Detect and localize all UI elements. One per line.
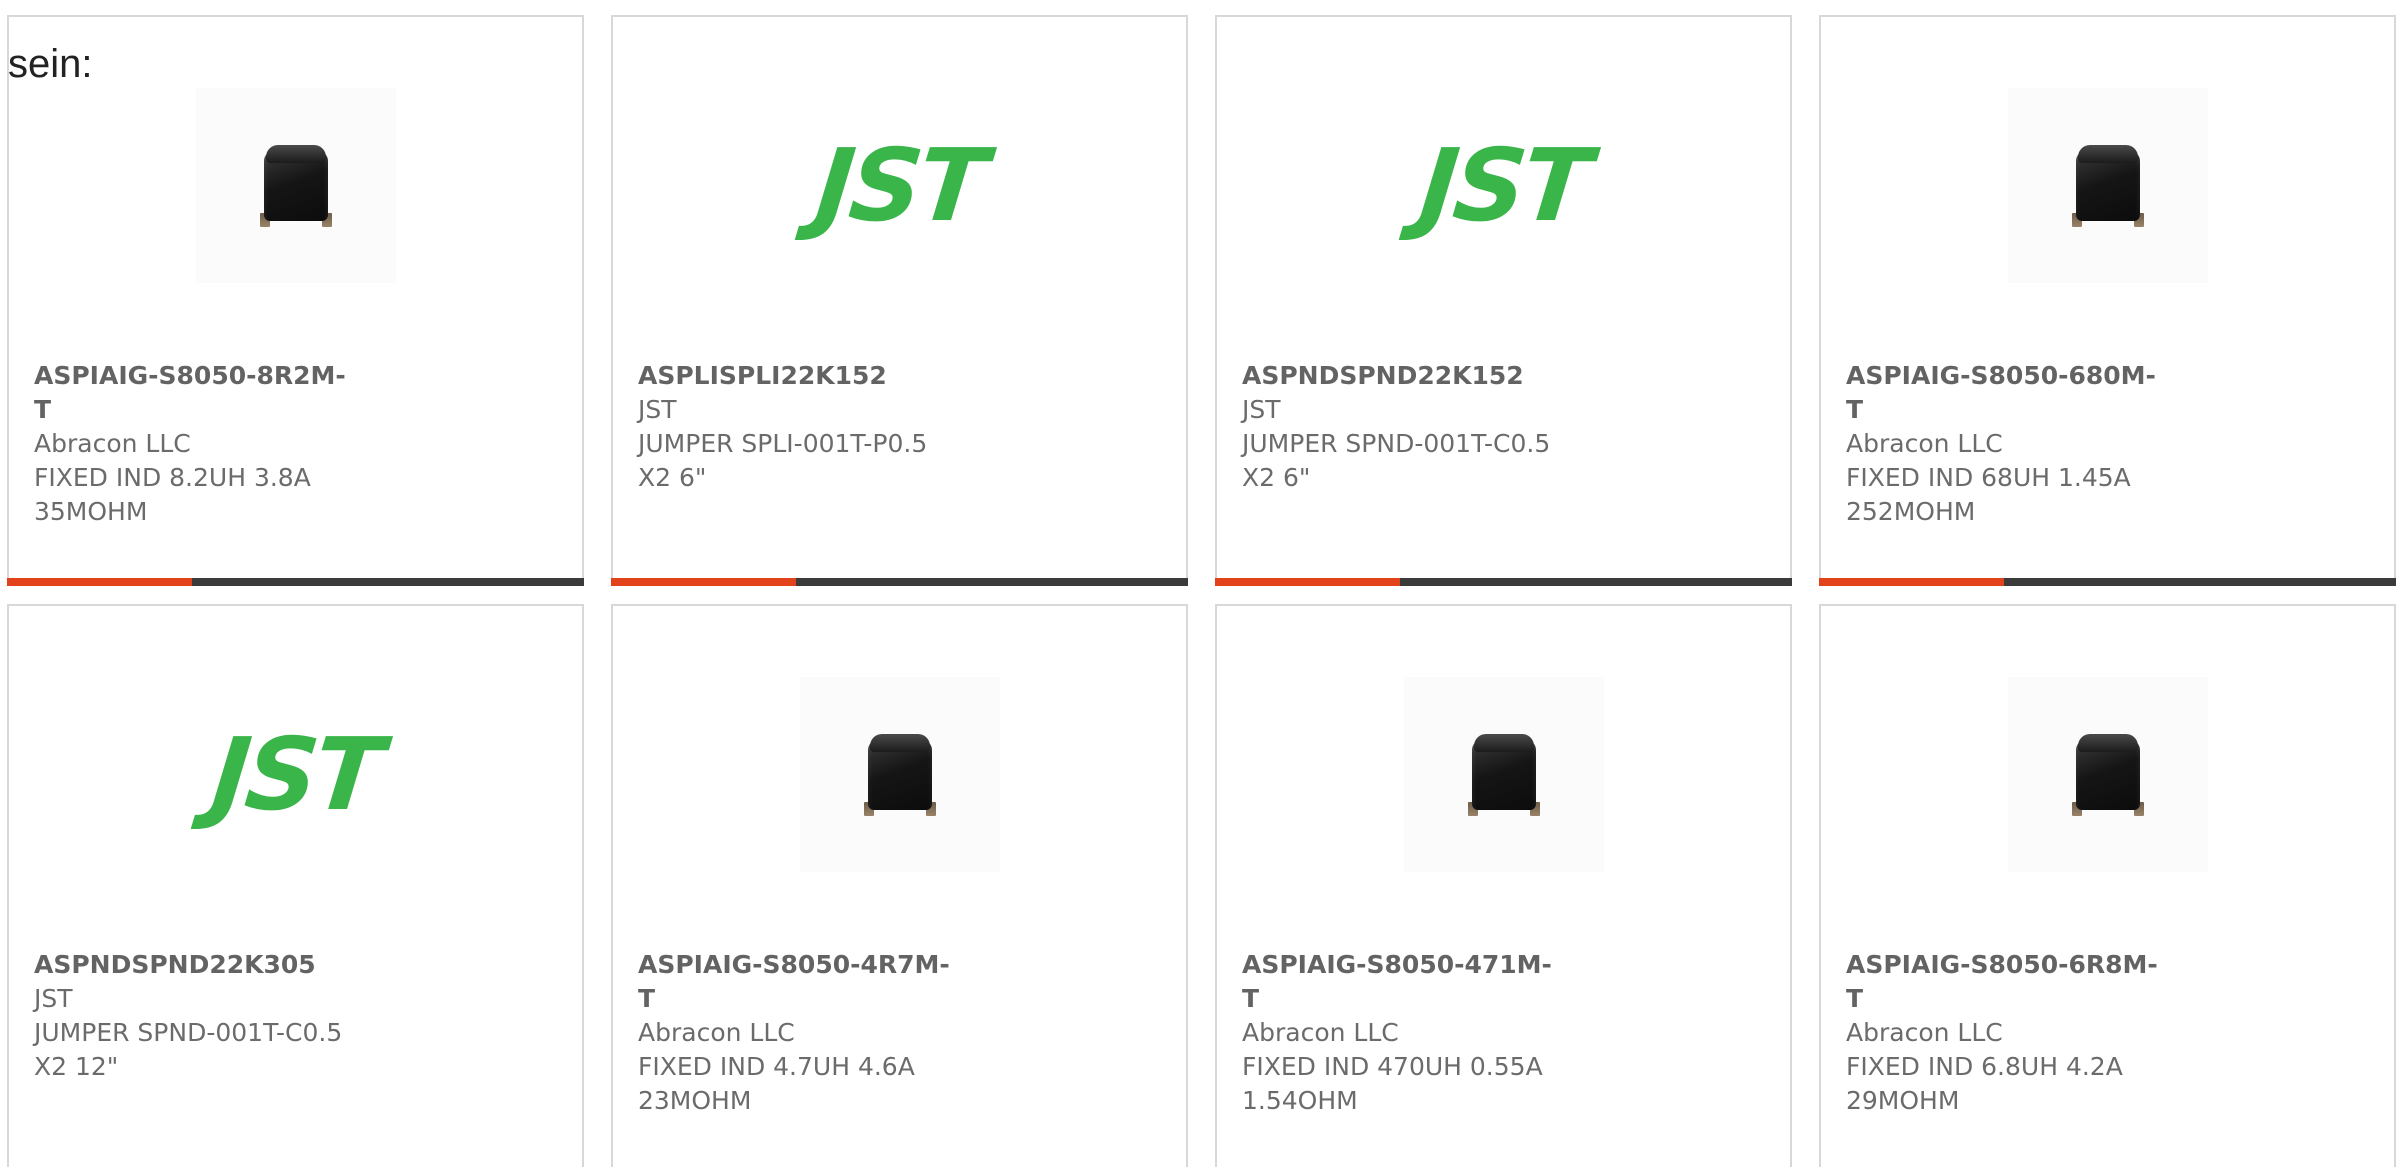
product-image[interactable] <box>196 88 396 283</box>
manufacturer: JST <box>638 395 677 424</box>
product-card[interactable]: ASPIAIG-S8050-471M-T Abracon LLC FIXED I… <box>1215 604 1792 1167</box>
product-card[interactable]: ASPIAIG-S8050-8R2M-T Abracon LLC FIXED I… <box>7 15 584 586</box>
progress-fill <box>1215 578 1400 586</box>
jst-logo: JST <box>207 715 385 833</box>
description: FIXED IND 6.8UH 4.2A 29MOHM <box>1846 1052 2123 1115</box>
part-number[interactable]: ASPIAIG-S8050-8R2M-T <box>34 359 354 427</box>
intro-text: sein: <box>8 42 93 86</box>
product-image[interactable]: JST <box>1404 88 1604 283</box>
manufacturer: Abracon LLC <box>1242 1018 1399 1047</box>
product-image[interactable]: JST <box>196 677 396 872</box>
product-image[interactable] <box>2008 88 2208 283</box>
inductor-icon <box>2070 144 2146 227</box>
manufacturer: Abracon LLC <box>34 429 191 458</box>
part-number[interactable]: ASPIAIG-S8050-471M-T <box>1242 948 1562 1016</box>
progress-fill <box>7 578 192 586</box>
product-card[interactable]: ASPIAIG-S8050-680M-T Abracon LLC FIXED I… <box>1819 15 2396 586</box>
product-info: ASPNDSPND22K305 JST JUMPER SPND-001T-C0.… <box>34 948 354 1084</box>
inductor-icon <box>1466 733 1542 816</box>
product-card[interactable]: ASPIAIG-S8050-4R7M-T Abracon LLC FIXED I… <box>611 604 1188 1167</box>
description: FIXED IND 470UH 0.55A 1.54OHM <box>1242 1052 1543 1115</box>
manufacturer: Abracon LLC <box>1846 1018 2003 1047</box>
product-info: ASPIAIG-S8050-680M-T Abracon LLC FIXED I… <box>1846 359 2166 529</box>
progress-fill <box>611 578 796 586</box>
manufacturer: Abracon LLC <box>1846 429 2003 458</box>
part-number[interactable]: ASPNDSPND22K305 <box>34 948 354 982</box>
description: FIXED IND 8.2UH 3.8A 35MOHM <box>34 463 311 526</box>
description: FIXED IND 4.7UH 4.6A 23MOHM <box>638 1052 915 1115</box>
product-card[interactable]: JST ASPNDSPND22K305 JST JUMPER SPND-001T… <box>7 604 584 1167</box>
product-info: ASPIAIG-S8050-6R8M-T Abracon LLC FIXED I… <box>1846 948 2166 1118</box>
jst-logo: JST <box>1415 126 1593 244</box>
product-image[interactable] <box>2008 677 2208 872</box>
description: JUMPER SPND-001T-C0.5 X2 12" <box>34 1018 343 1081</box>
progress-bar <box>611 578 1188 586</box>
product-info: ASPIAIG-S8050-471M-T Abracon LLC FIXED I… <box>1242 948 1562 1118</box>
product-grid-page: sein: ASPIAIG-S8050-8R2M-T Abracon LLC F… <box>0 0 2400 1167</box>
description: JUMPER SPLI-001T-P0.5 X2 6" <box>638 429 928 492</box>
part-number[interactable]: ASPLISPLI22K152 <box>638 359 958 393</box>
jst-logo: JST <box>811 126 989 244</box>
product-info: ASPLISPLI22K152 JST JUMPER SPLI-001T-P0.… <box>638 359 958 495</box>
progress-bar <box>1215 578 1792 586</box>
product-card[interactable]: ASPIAIG-S8050-6R8M-T Abracon LLC FIXED I… <box>1819 604 2396 1167</box>
manufacturer: JST <box>1242 395 1281 424</box>
product-info: ASPIAIG-S8050-4R7M-T Abracon LLC FIXED I… <box>638 948 958 1118</box>
part-number[interactable]: ASPIAIG-S8050-680M-T <box>1846 359 2166 427</box>
progress-bar <box>7 578 584 586</box>
product-image[interactable] <box>800 677 1000 872</box>
progress-fill <box>1819 578 2004 586</box>
product-info: ASPNDSPND22K152 JST JUMPER SPND-001T-C0.… <box>1242 359 1562 495</box>
product-image[interactable]: JST <box>800 88 1000 283</box>
description: JUMPER SPND-001T-C0.5 X2 6" <box>1242 429 1551 492</box>
progress-bar <box>1819 578 2396 586</box>
manufacturer: JST <box>34 984 73 1013</box>
part-number[interactable]: ASPIAIG-S8050-6R8M-T <box>1846 948 2166 1016</box>
product-card[interactable]: JST ASPLISPLI22K152 JST JUMPER SPLI-001T… <box>611 15 1188 586</box>
product-image[interactable] <box>1404 677 1604 872</box>
inductor-icon <box>2070 733 2146 816</box>
product-card[interactable]: JST ASPNDSPND22K152 JST JUMPER SPND-001T… <box>1215 15 1792 586</box>
part-number[interactable]: ASPIAIG-S8050-4R7M-T <box>638 948 958 1016</box>
manufacturer: Abracon LLC <box>638 1018 795 1047</box>
product-info: ASPIAIG-S8050-8R2M-T Abracon LLC FIXED I… <box>34 359 354 529</box>
inductor-icon <box>862 733 938 816</box>
inductor-icon <box>258 144 334 227</box>
description: FIXED IND 68UH 1.45A 252MOHM <box>1846 463 2131 526</box>
part-number[interactable]: ASPNDSPND22K152 <box>1242 359 1562 393</box>
